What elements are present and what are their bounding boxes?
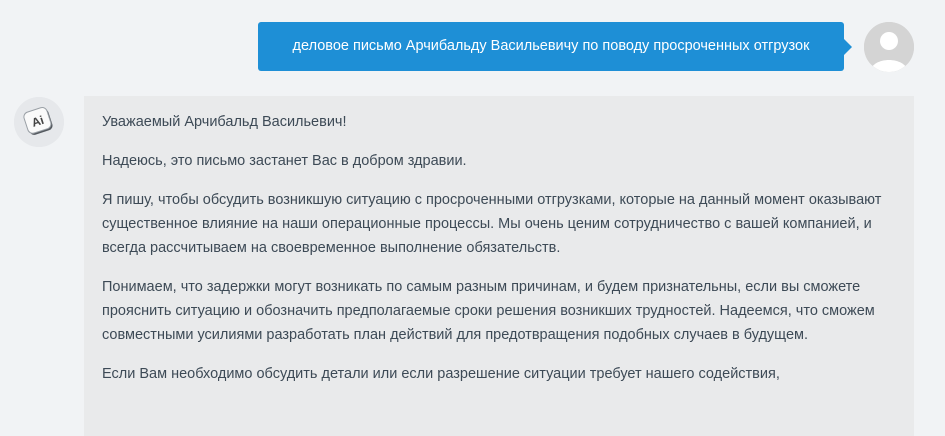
ai-avatar-icon: Ai	[14, 97, 64, 147]
ai-message-paragraph: Если Вам необходимо обсудить детали или …	[102, 366, 780, 382]
ai-message-bubble: Уважаемый Арчибальд Васильевич! Надеюсь,…	[84, 96, 914, 436]
ai-message-paragraph: Надеюсь, это письмо застанет Вас в добро…	[102, 153, 467, 169]
user-message-row: деловое письмо Арчибальду Васильевичу по…	[0, 22, 945, 72]
user-message-bubble: деловое письмо Арчибальду Васильевичу по…	[258, 22, 852, 71]
ai-message-paragraph: Я пишу, чтобы обсудить возникшую ситуаци…	[102, 192, 882, 256]
user-message-text: деловое письмо Арчибальду Васильевичу по…	[292, 38, 810, 54]
ai-message-paragraph: Понимаем, что задержки могут возникать п…	[102, 279, 875, 343]
ai-message-paragraph: Уважаемый Арчибальд Васильевич!	[102, 114, 347, 130]
user-avatar-icon	[864, 22, 914, 72]
